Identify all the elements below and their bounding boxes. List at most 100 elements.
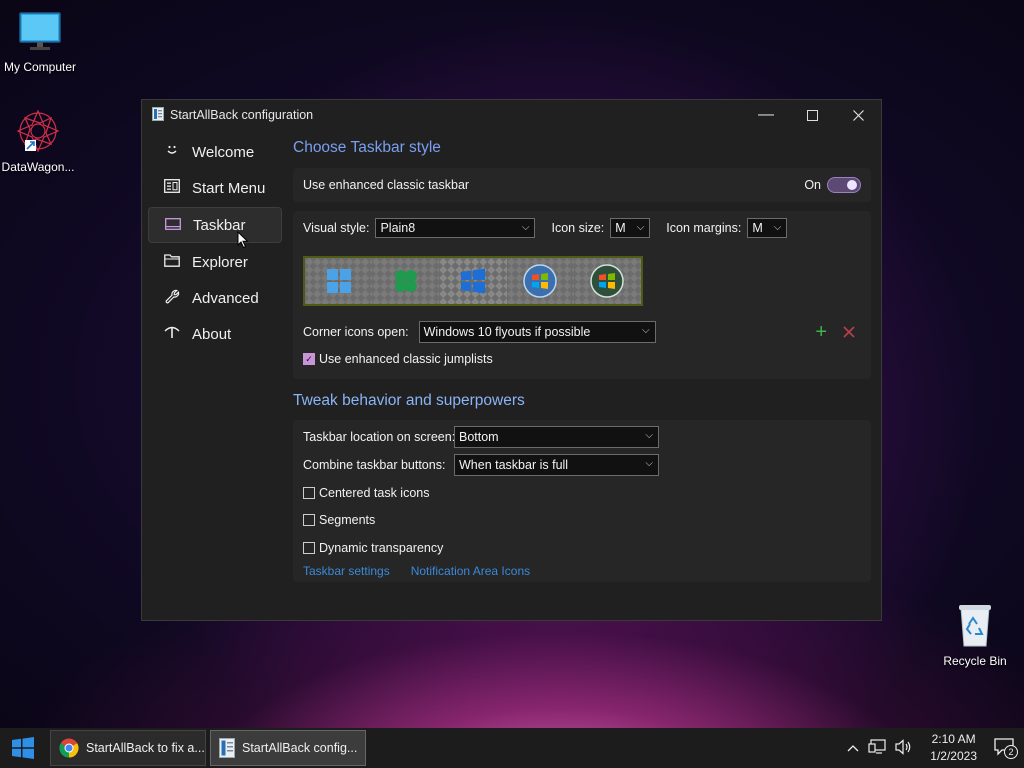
chevron-down-icon: ⌵ (645, 458, 653, 469)
monitor-icon (0, 10, 80, 57)
win7-orb-icon (523, 264, 557, 298)
centered-icons-row[interactable]: Centered task icons (303, 479, 861, 506)
volume-icon[interactable] (895, 738, 913, 758)
icon-size-label: Icon size: (551, 221, 605, 235)
combine-buttons-value: When taskbar is full (459, 458, 569, 472)
notification-count-badge: 2 (1004, 745, 1018, 759)
minimize-icon: — (758, 106, 774, 123)
start-menu-icon (161, 179, 183, 197)
sidebar-item-explorer[interactable]: Explorer (148, 245, 282, 279)
taskbar-icon (162, 217, 184, 234)
notification-center-icon[interactable]: 2 (994, 738, 1018, 759)
dynamic-transparency-checkbox[interactable] (303, 541, 315, 554)
smile-icon (161, 143, 183, 161)
close-icon (852, 109, 864, 121)
minimize-button[interactable]: — (743, 100, 789, 130)
win11-logo-icon (326, 269, 351, 293)
segments-row[interactable]: Segments (303, 506, 861, 534)
remove-icon[interactable] (843, 326, 855, 338)
taskbar-app-startallback[interactable]: StartAllBack config... (210, 730, 366, 766)
chevron-down-icon: ⌵ (636, 222, 645, 233)
taskbar-style-panel: Visual style: Plain8 ⌵ Icon size: M ⌵ Ic… (293, 211, 871, 379)
desktop-icon-label: My Computer (3, 60, 77, 74)
combine-buttons-label: Combine taskbar buttons: (303, 458, 446, 472)
vista-orb-icon (590, 264, 625, 298)
chevron-down-icon: ⌵ (645, 430, 653, 441)
maximize-button[interactable] (789, 100, 835, 130)
taskbar-location-value: Bottom (459, 430, 499, 444)
taskbar-app-label: StartAllBack config... (242, 741, 358, 755)
datawagon-icon (0, 108, 78, 157)
icon-margins-select[interactable]: M ⌵ (747, 218, 788, 238)
startallback-icon (219, 738, 235, 758)
settings-content: Choose Taskbar style Use enhanced classi… (293, 130, 871, 582)
desktop-icon-recycle-bin[interactable]: Recycle Bin (935, 602, 1015, 668)
title-bar[interactable]: StartAllBack configuration — (142, 100, 881, 130)
segments-label: Segments (319, 513, 376, 527)
taskbar-location-select[interactable]: Bottom ⌵ (454, 426, 659, 448)
corner-icons-select[interactable]: Windows 10 flyouts if possible ⌵ (418, 321, 656, 343)
style-option-clover[interactable] (372, 258, 440, 304)
desktop-icon-my-computer[interactable]: My Computer (0, 10, 80, 74)
sidebar-item-label: About (192, 325, 232, 343)
segments-checkbox[interactable] (303, 514, 315, 526)
sidebar-item-taskbar[interactable]: Taskbar (148, 207, 282, 249)
chevron-down-icon: ⌵ (773, 222, 782, 233)
startallback-icon (152, 106, 164, 124)
close-button[interactable] (835, 100, 881, 130)
add-icon[interactable]: + (815, 322, 827, 342)
about-icon (161, 325, 183, 343)
jumplists-checkbox[interactable]: ✓ (303, 353, 315, 365)
chevron-up-icon[interactable] (847, 741, 859, 755)
notification-area-icons-link[interactable]: Notification Area Icons (411, 564, 530, 578)
dynamic-transparency-label: Dynamic transparency (319, 540, 444, 555)
enhanced-taskbar-toggle[interactable] (827, 177, 861, 193)
style-option-win10[interactable] (439, 258, 507, 304)
visual-style-select[interactable]: Plain8 ⌵ (375, 218, 536, 238)
enhanced-taskbar-row: Use enhanced classic taskbar On (293, 168, 871, 202)
clock[interactable]: 2:10 AM 1/2/2023 (930, 731, 977, 765)
visual-style-label: Visual style: (303, 221, 370, 235)
style-option-win11[interactable] (305, 258, 373, 304)
style-option-vista[interactable] (573, 258, 642, 304)
sidebar-item-about[interactable]: About (148, 317, 282, 351)
sidebar-item-label: Start Menu (192, 179, 266, 197)
icon-margins-value: M (752, 221, 763, 235)
sidebar-item-start-menu[interactable]: Start Menu (148, 171, 282, 205)
windows-logo-icon (12, 737, 34, 759)
sidebar-item-label: Welcome (192, 143, 255, 161)
style-option-win7[interactable] (506, 258, 574, 304)
taskbar-app-chrome[interactable]: StartAllBack to fix a... (50, 730, 206, 766)
icon-size-select[interactable]: M ⌵ (610, 218, 651, 238)
taskbar-settings-link[interactable]: Taskbar settings (303, 564, 390, 578)
centered-icons-checkbox[interactable] (303, 486, 315, 499)
win10-logo-icon (461, 268, 485, 294)
chrome-icon (59, 738, 79, 758)
combine-buttons-select[interactable]: When taskbar is full ⌵ (454, 454, 659, 476)
taskbar: StartAllBack to fix a... StartAllBack co… (0, 728, 1024, 768)
tweaks-panel: Taskbar location on screen: Bottom ⌵ Com… (293, 420, 871, 582)
network-icon[interactable] (868, 738, 886, 758)
sidebar-item-advanced[interactable]: Advanced (148, 281, 282, 315)
desktop-icon-label: DataWagon... (1, 160, 75, 174)
taskbar-app-label: StartAllBack to fix a... (86, 741, 205, 755)
desktop-icon-datawagon[interactable]: DataWagon... (0, 108, 78, 174)
start-button[interactable] (0, 728, 46, 768)
sidebar-item-welcome[interactable]: Welcome (148, 135, 282, 169)
startallback-window: StartAllBack configuration — Welcome Sta… (141, 99, 882, 621)
jumplists-checkbox-row[interactable]: ✓ Use enhanced classic jumplists (303, 349, 861, 369)
centered-icons-label: Centered task icons (319, 485, 430, 500)
visual-style-value: Plain8 (380, 221, 416, 235)
dynamic-transparency-row[interactable]: Dynamic transparency (303, 534, 861, 561)
sidebar-item-label: Explorer (192, 253, 248, 271)
section-title-tweaks: Tweak behavior and superpowers (293, 392, 525, 409)
style-picker (303, 256, 861, 306)
system-tray: 2:10 AM 1/2/2023 2 (847, 731, 1024, 765)
corner-icons-value: Windows 10 flyouts if possible (423, 325, 591, 339)
maximize-icon (806, 109, 818, 121)
taskbar-location-label: Taskbar location on screen: (303, 430, 456, 444)
jumplists-label: Use enhanced classic jumplists (319, 352, 493, 366)
sidebar: Welcome Start Menu Taskbar Explorer Adva… (148, 133, 282, 353)
enhanced-taskbar-label: Use enhanced classic taskbar (303, 178, 470, 192)
chevron-down-icon: ⌵ (521, 222, 530, 233)
